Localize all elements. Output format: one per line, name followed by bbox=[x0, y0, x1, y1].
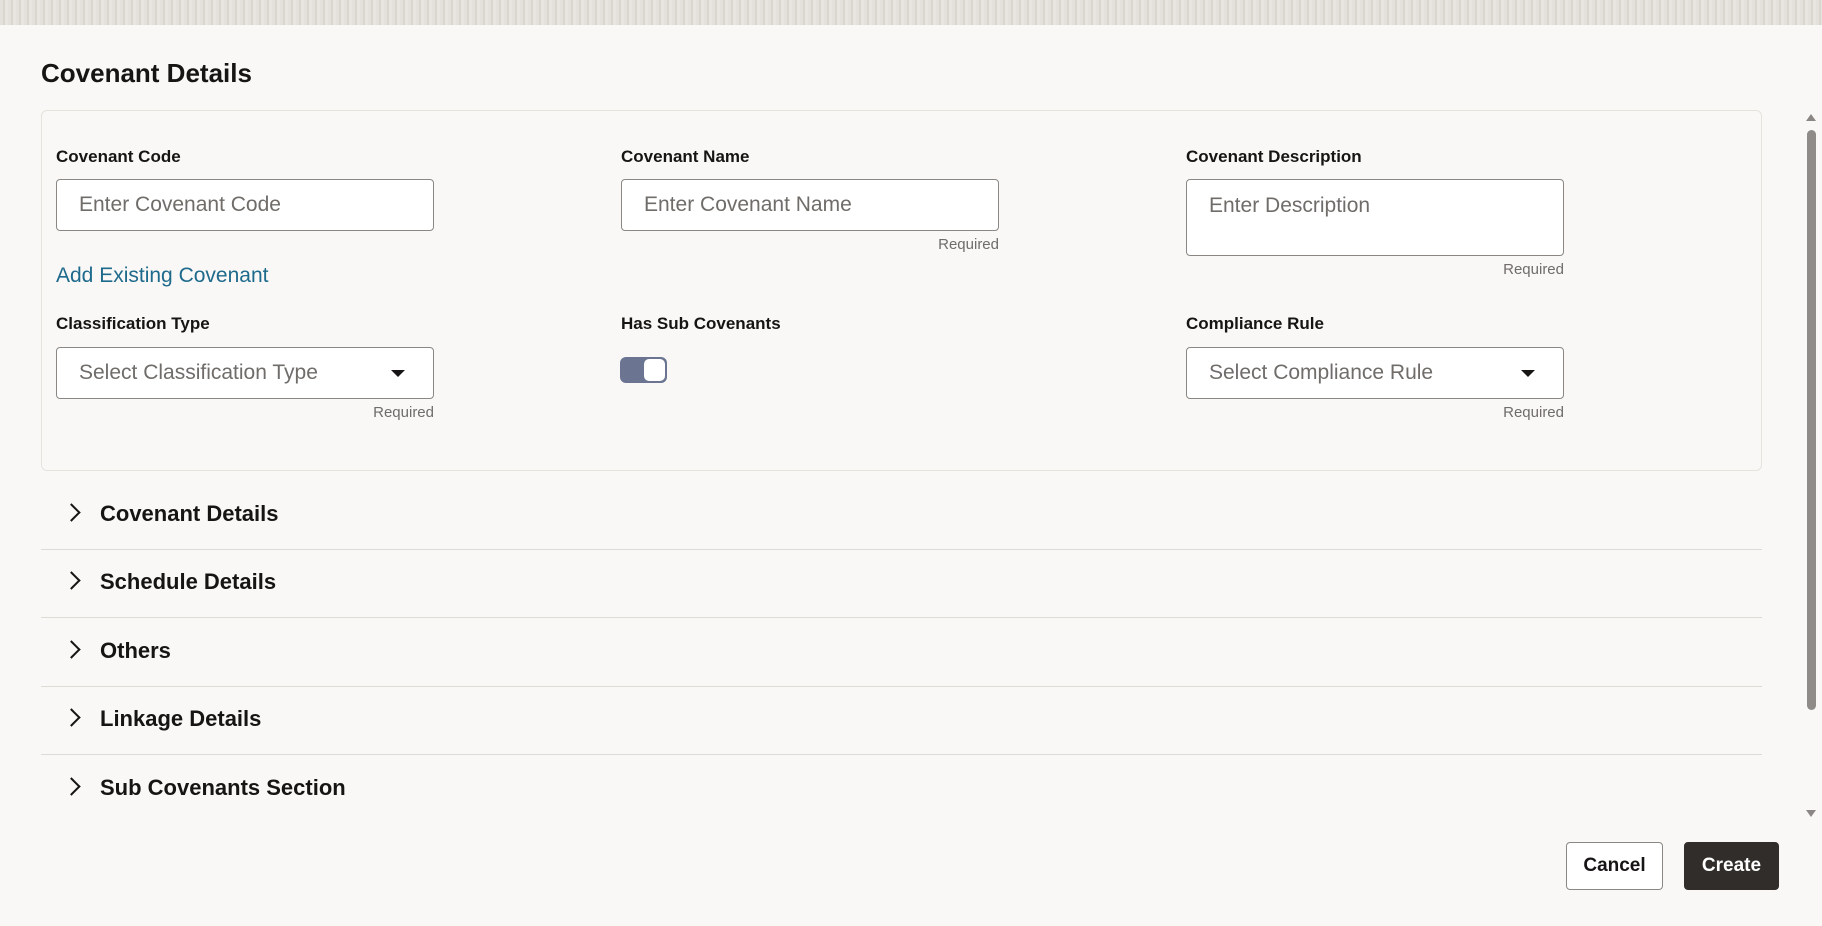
section-title: Covenant Details bbox=[100, 501, 279, 526]
section-title: Sub Covenants Section bbox=[100, 775, 346, 800]
compliance-rule-required-hint: Required bbox=[1503, 404, 1564, 421]
chevron-right-icon bbox=[62, 708, 81, 727]
chevron-right-icon bbox=[62, 571, 81, 590]
classification-type-select[interactable]: Select Classification Type bbox=[56, 347, 434, 399]
section-sub-covenants[interactable]: Sub Covenants Section bbox=[41, 756, 1762, 824]
covenant-description-textarea[interactable] bbox=[1186, 179, 1564, 256]
classification-type-required-hint: Required bbox=[373, 404, 434, 421]
covenant-code-label: Covenant Code bbox=[56, 147, 181, 166]
chevron-right-icon bbox=[62, 503, 81, 522]
add-existing-covenant-link[interactable]: Add Existing Covenant bbox=[56, 264, 268, 288]
scrollbar-thumb[interactable] bbox=[1807, 130, 1816, 710]
cancel-button[interactable]: Cancel bbox=[1566, 842, 1663, 890]
scroll-up-arrow-icon[interactable] bbox=[1806, 114, 1816, 121]
compliance-rule-placeholder: Select Compliance Rule bbox=[1209, 361, 1434, 384]
covenant-description-label: Covenant Description bbox=[1186, 147, 1362, 166]
section-title: Others bbox=[100, 638, 171, 663]
covenant-name-input[interactable] bbox=[621, 179, 999, 231]
covenant-code-input[interactable] bbox=[56, 179, 434, 231]
has-sub-covenants-toggle[interactable] bbox=[620, 357, 667, 383]
has-sub-covenants-label: Has Sub Covenants bbox=[621, 314, 781, 333]
chevron-right-icon bbox=[62, 640, 81, 659]
section-schedule-details[interactable]: Schedule Details bbox=[41, 550, 1762, 618]
covenant-description-required-hint: Required bbox=[1503, 261, 1564, 278]
section-title: Schedule Details bbox=[100, 569, 277, 594]
section-covenant-details[interactable]: Covenant Details bbox=[41, 482, 1762, 550]
classification-type-placeholder: Select Classification Type bbox=[79, 361, 318, 384]
section-title: Linkage Details bbox=[100, 706, 262, 731]
toggle-knob bbox=[644, 359, 665, 381]
scroll-down-arrow-icon[interactable] bbox=[1806, 810, 1816, 817]
section-others[interactable]: Others bbox=[41, 619, 1762, 687]
covenant-name-required-hint: Required bbox=[938, 236, 999, 253]
classification-type-label: Classification Type bbox=[56, 314, 210, 333]
covenant-form-card: Covenant Code Covenant Name Required Cov… bbox=[41, 110, 1762, 471]
caret-down-icon bbox=[391, 369, 405, 377]
covenant-name-label: Covenant Name bbox=[621, 147, 750, 166]
caret-down-icon bbox=[1521, 369, 1535, 377]
header-banner bbox=[0, 0, 1822, 25]
create-button[interactable]: Create bbox=[1684, 842, 1779, 890]
compliance-rule-select[interactable]: Select Compliance Rule bbox=[1186, 347, 1564, 399]
section-linkage-details[interactable]: Linkage Details bbox=[41, 687, 1762, 755]
page-title: Covenant Details bbox=[41, 58, 252, 88]
compliance-rule-label: Compliance Rule bbox=[1186, 314, 1324, 333]
chevron-right-icon bbox=[62, 777, 81, 796]
